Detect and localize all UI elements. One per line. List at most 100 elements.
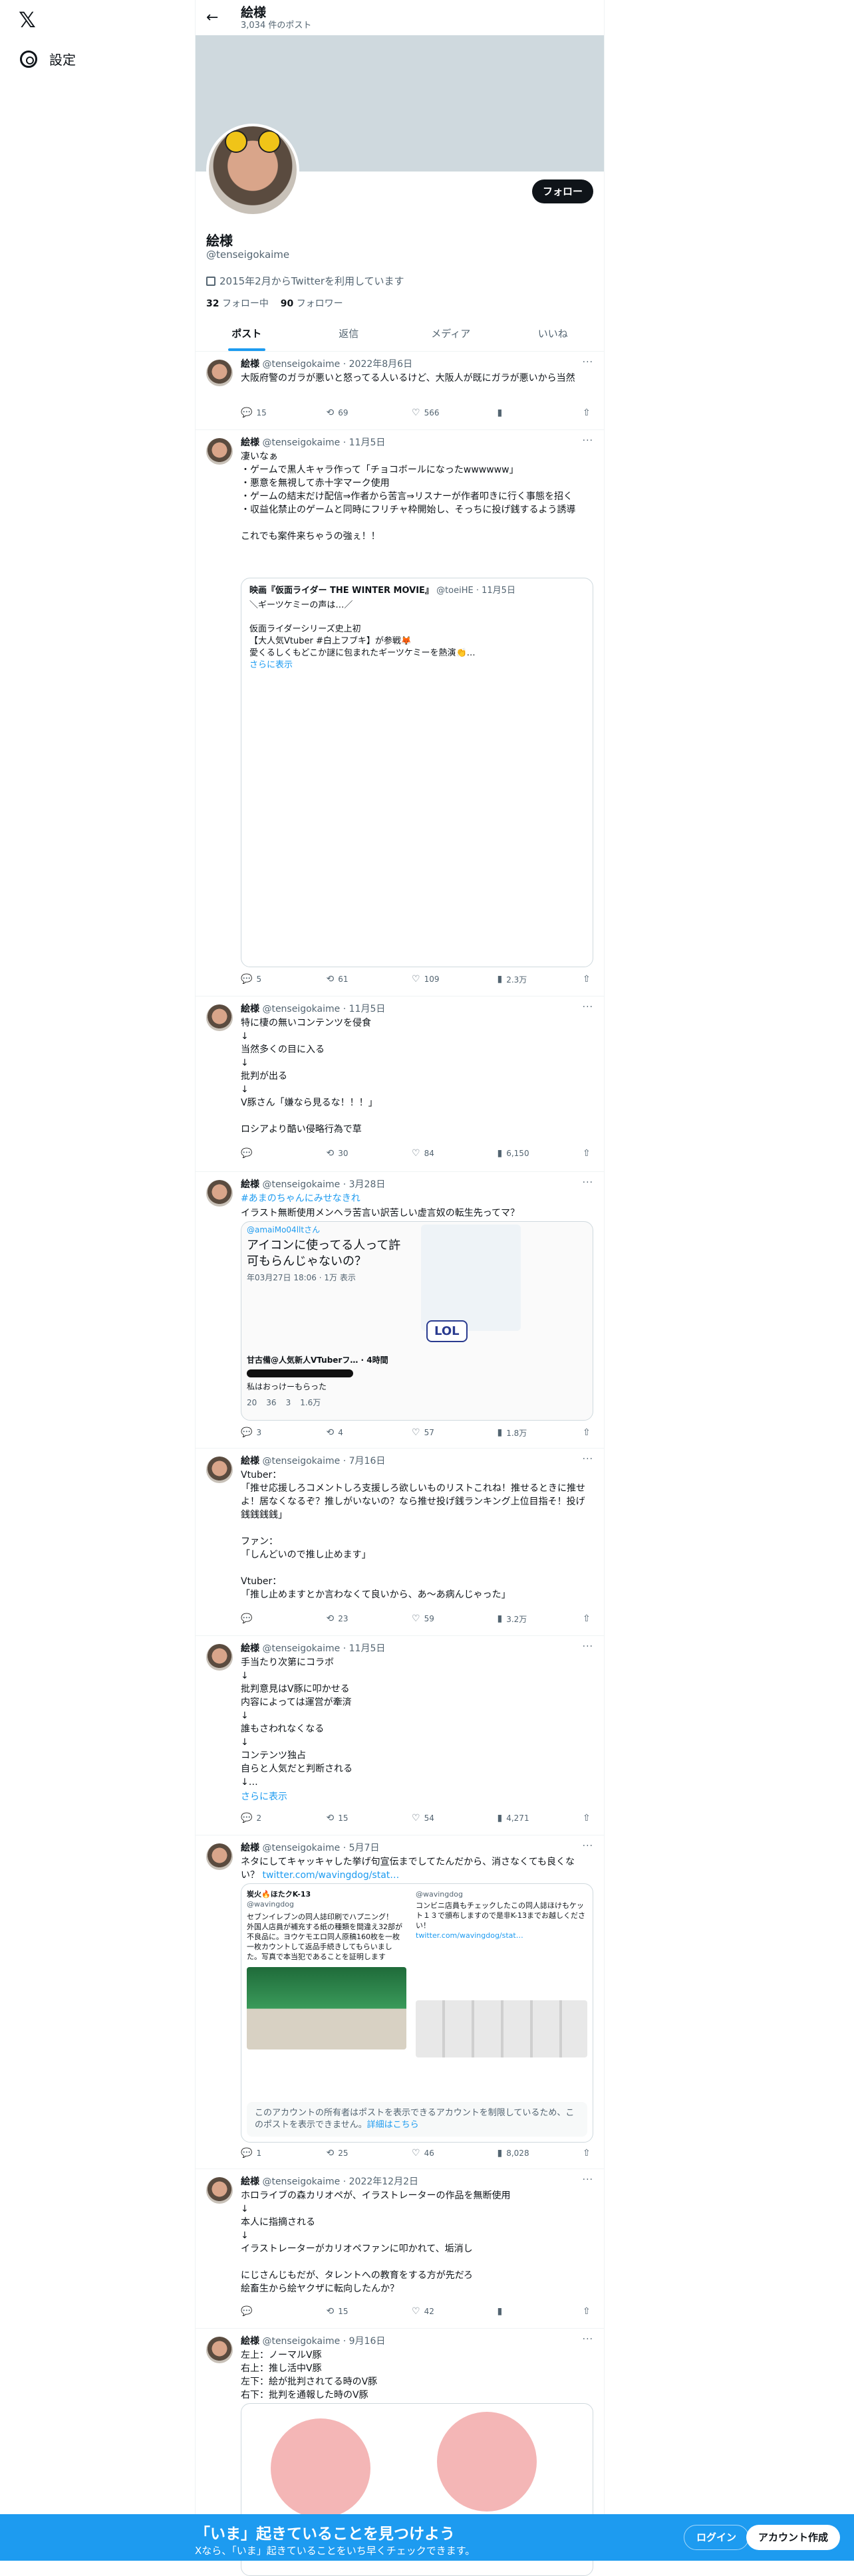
- reply-button[interactable]: 💬 2: [241, 1812, 327, 1825]
- tweet-date[interactable]: 2022年8月6日: [349, 359, 412, 370]
- tweet-handle[interactable]: @tenseigokaime: [262, 2336, 340, 2347]
- tweet[interactable]: ··· 絵様 @tenseigokaime · 11月5日 凄いなぁ ・ゲームで…: [196, 430, 604, 996]
- like-button[interactable]: ♡ 109: [412, 973, 498, 986]
- like-button[interactable]: ♡ 59: [412, 1612, 498, 1625]
- show-more-link[interactable]: さらに表示: [249, 659, 585, 671]
- tab-likes[interactable]: いいね: [502, 316, 605, 351]
- tweet-author[interactable]: 絵様: [241, 437, 259, 448]
- show-more-link[interactable]: さらに表示: [241, 1790, 593, 1804]
- retweet-button[interactable]: ⟲ 15: [327, 1812, 412, 1825]
- hashtag-link[interactable]: #あまのちゃんにみせなきれ: [241, 1192, 593, 1205]
- share-button[interactable]: ⇧: [583, 1426, 593, 1439]
- share-button[interactable]: ⇧: [583, 1812, 593, 1825]
- tweet-handle[interactable]: @tenseigokaime: [262, 2176, 340, 2187]
- quoted-tweet[interactable]: 映画『仮面ライダー THE WINTER MOVIE』 @toeiHE · 11…: [241, 578, 593, 967]
- tweet[interactable]: ··· 絵様 @tenseigokaime · 2022年8月6日 大阪府警のガ…: [196, 352, 604, 430]
- share-button[interactable]: ⇧: [583, 406, 593, 419]
- tweet-author[interactable]: 絵様: [241, 2176, 259, 2187]
- tweet-handle[interactable]: @tenseigokaime: [262, 1456, 340, 1466]
- views-button[interactable]: ▮ 4,271: [498, 1812, 583, 1825]
- tweet-date[interactable]: 11月5日: [349, 1004, 386, 1014]
- tweet-date[interactable]: 11月5日: [349, 437, 386, 448]
- views-button[interactable]: ▮ 2.3万: [498, 973, 583, 986]
- tweet-author[interactable]: 絵様: [241, 1179, 259, 1190]
- like-button[interactable]: ♡ 46: [412, 2147, 498, 2160]
- tab-replies[interactable]: 返信: [298, 316, 400, 351]
- profile-avatar[interactable]: [206, 124, 299, 217]
- reply-button[interactable]: 💬 1: [241, 2147, 327, 2160]
- tweet[interactable]: ··· 絵様 @tenseigokaime · 11月5日 手当たり次第にコラボ…: [196, 1636, 604, 1835]
- views-button[interactable]: ▮: [498, 2305, 583, 2318]
- tab-media[interactable]: メディア: [400, 316, 502, 351]
- views-button[interactable]: ▮ 1.8万: [498, 1426, 583, 1439]
- followers-link[interactable]: 90 フォロワー: [281, 298, 343, 309]
- retweet-button[interactable]: ⟲ 4: [327, 1426, 412, 1439]
- reply-button[interactable]: 💬: [241, 1612, 327, 1625]
- retweet-button[interactable]: ⟲ 25: [327, 2147, 412, 2160]
- tweet-avatar[interactable]: [206, 1180, 233, 1207]
- tweet[interactable]: ··· 絵様 @tenseigokaime · 7月16日 Vtuber： 「推…: [196, 1449, 604, 1636]
- reply-button[interactable]: 💬 5: [241, 973, 327, 986]
- tweet-avatar[interactable]: [206, 1843, 233, 1870]
- tweet-handle[interactable]: @tenseigokaime: [262, 1843, 340, 1853]
- tweet-date[interactable]: 9月16日: [349, 2336, 386, 2347]
- like-button[interactable]: ♡ 54: [412, 1812, 498, 1825]
- reply-button[interactable]: 💬 15: [241, 406, 327, 419]
- tweet-avatar[interactable]: [206, 1457, 233, 1483]
- share-button[interactable]: ⇧: [583, 2147, 593, 2160]
- tweet-avatar[interactable]: [206, 360, 233, 386]
- views-button[interactable]: ▮ 3.2万: [498, 1612, 583, 1625]
- share-button[interactable]: ⇧: [583, 1147, 593, 1160]
- tweet-handle[interactable]: @tenseigokaime: [262, 359, 340, 370]
- reply-button[interactable]: 💬 3: [241, 1426, 327, 1439]
- like-button[interactable]: ♡ 84: [412, 1147, 498, 1160]
- tweet-handle[interactable]: @tenseigokaime: [262, 1179, 340, 1190]
- retweet-button[interactable]: ⟲ 61: [327, 973, 412, 986]
- like-button[interactable]: ♡ 566: [412, 406, 498, 419]
- quoted-tweet[interactable]: 炭火🔥ほたクK-13 @wavingdog セブンイレブンの同人誌印刷でハプニン…: [241, 1883, 593, 2143]
- share-button[interactable]: ⇧: [583, 2305, 593, 2318]
- reply-button[interactable]: 💬: [241, 2305, 327, 2318]
- tweet[interactable]: ··· 絵様 @tenseigokaime · 3月28日 #あまのちゃんにみせ…: [196, 1172, 604, 1449]
- x-logo-icon[interactable]: 𝕏: [19, 8, 43, 32]
- tweet-avatar[interactable]: [206, 2337, 233, 2363]
- settings-link[interactable]: 設定: [20, 49, 76, 68]
- tweet-date[interactable]: 5月7日: [349, 1843, 380, 1853]
- retweet-button[interactable]: ⟲ 30: [327, 1147, 412, 1160]
- tweet-author[interactable]: 絵様: [241, 359, 259, 370]
- tweet-author[interactable]: 絵様: [241, 1643, 259, 1654]
- tweet-date[interactable]: 3月28日: [349, 1179, 386, 1190]
- details-link[interactable]: 詳細はこちら: [367, 2120, 419, 2130]
- tweet-date[interactable]: 2022年12月2日: [349, 2176, 418, 2187]
- tweet-avatar[interactable]: [206, 1004, 233, 1031]
- tweet-author[interactable]: 絵様: [241, 1456, 259, 1466]
- tweet-url-link[interactable]: twitter.com/wavingdog/stat…: [262, 1870, 399, 1881]
- signup-button[interactable]: アカウント作成: [746, 2525, 841, 2550]
- tweet[interactable]: ··· 絵様 @tenseigokaime · 5月7日 ネタにしてキャッキャし…: [196, 1835, 604, 2169]
- tweet-author[interactable]: 絵様: [241, 1004, 259, 1014]
- reply-button[interactable]: 💬: [241, 1147, 327, 1160]
- tweet-avatar[interactable]: [206, 438, 233, 465]
- tab-posts[interactable]: ポスト: [196, 316, 298, 351]
- tweet-date[interactable]: 7月16日: [349, 1456, 386, 1466]
- views-button[interactable]: ▮ 8,028: [498, 2147, 583, 2160]
- retweet-button[interactable]: ⟲ 69: [327, 406, 412, 419]
- tweet-date[interactable]: 11月5日: [349, 1643, 386, 1654]
- tweet-avatar[interactable]: [206, 2177, 233, 2204]
- tweet-author[interactable]: 絵様: [241, 2336, 259, 2347]
- views-button[interactable]: ▮ 6,150: [498, 1147, 583, 1160]
- views-button[interactable]: ▮: [498, 406, 583, 419]
- like-button[interactable]: ♡ 42: [412, 2305, 498, 2318]
- follow-button[interactable]: フォロー: [531, 179, 593, 203]
- login-button[interactable]: ログイン: [684, 2525, 750, 2550]
- share-button[interactable]: ⇧: [583, 973, 593, 986]
- tweet-handle[interactable]: @tenseigokaime: [262, 437, 340, 448]
- tweet-image[interactable]: @amaiMo04lltさん アイコンに使ってる人って許可もらんじゃないの？ 年…: [241, 1221, 593, 1421]
- back-arrow-icon[interactable]: ←: [206, 9, 222, 26]
- tweet-author[interactable]: 絵様: [241, 1843, 259, 1853]
- tweet[interactable]: ··· 絵様 @tenseigokaime · 11月5日 特に棲の無いコンテン…: [196, 996, 604, 1172]
- following-link[interactable]: 32 フォロー中: [206, 298, 269, 309]
- tweet-avatar[interactable]: [206, 1644, 233, 1671]
- tweet-handle[interactable]: @tenseigokaime: [262, 1643, 340, 1654]
- retweet-button[interactable]: ⟲ 23: [327, 1612, 412, 1625]
